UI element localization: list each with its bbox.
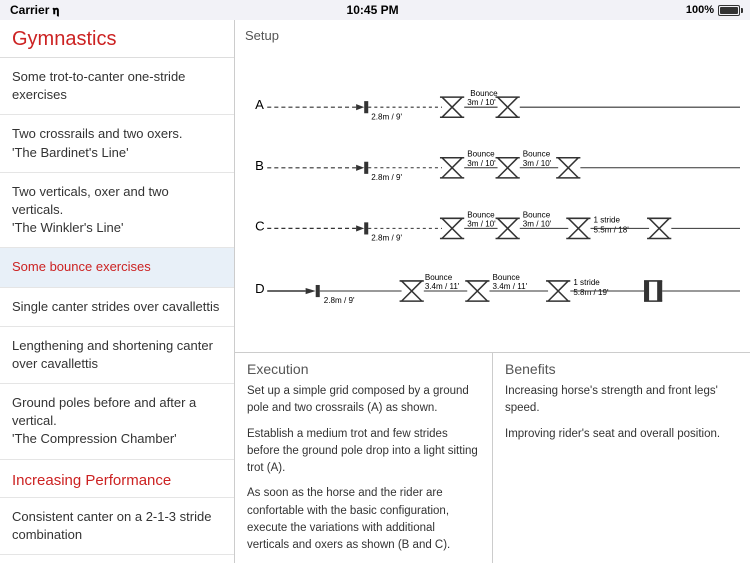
carrier-label: Carrier 𝛈 xyxy=(10,3,59,18)
svg-text:Bounce: Bounce xyxy=(467,150,495,159)
svg-text:3m / 10': 3m / 10' xyxy=(523,219,552,228)
svg-text:2.8m / 9': 2.8m / 9' xyxy=(371,173,402,182)
battery-percent: 100% xyxy=(686,4,714,16)
svg-text:2.8m / 9': 2.8m / 9' xyxy=(324,296,355,305)
svg-text:Bounce: Bounce xyxy=(470,89,498,98)
wifi-icon: 𝛈 xyxy=(53,5,60,17)
sidebar-items[interactable]: Some trot-to-canter one-stride exercises… xyxy=(0,58,234,563)
sidebar-item-6[interactable]: Lengthening and shortening canter over c… xyxy=(0,327,234,384)
svg-text:5.5m / 18': 5.5m / 18' xyxy=(594,225,630,234)
diagram-area: Setup A xyxy=(235,20,750,352)
sidebar-item-1[interactable]: Some trot-to-canter one-stride exercises xyxy=(0,58,234,115)
svg-text:1 stride: 1 stride xyxy=(594,215,621,224)
main-layout: Gymnastics Some trot-to-canter one-strid… xyxy=(0,20,750,563)
svg-text:1 stride: 1 stride xyxy=(573,278,600,287)
sidebar-item-2[interactable]: Two crossrails and two oxers.'The Bardin… xyxy=(0,115,234,172)
sidebar-item-bounce[interactable]: Some bounce exercises xyxy=(0,248,234,287)
battery-icon xyxy=(718,5,740,16)
time-label: 10:45 PM xyxy=(59,3,686,17)
svg-text:Bounce: Bounce xyxy=(523,150,551,159)
battery-area: 100% xyxy=(686,4,740,16)
sidebar-item-5[interactable]: Single canter strides over cavallettis xyxy=(0,288,234,327)
svg-text:Bounce: Bounce xyxy=(523,210,551,219)
svg-text:B: B xyxy=(255,158,264,173)
content-area: Setup A xyxy=(235,20,750,563)
diagram-svg: A Bounce 3m / 10' xyxy=(245,47,740,347)
execution-para-1: Set up a simple grid composed by a groun… xyxy=(247,383,480,418)
carrier-text: Carrier xyxy=(10,3,49,17)
svg-text:Bounce: Bounce xyxy=(493,273,521,282)
benefits-area: Benefits Increasing horse's strength and… xyxy=(493,353,750,563)
content-bottom: Execution Set up a simple grid composed … xyxy=(235,353,750,563)
svg-text:Bounce: Bounce xyxy=(425,273,453,282)
svg-text:3m / 10': 3m / 10' xyxy=(467,98,496,107)
svg-text:2.8m / 9': 2.8m / 9' xyxy=(371,234,402,243)
status-bar: Carrier 𝛈 10:45 PM 100% xyxy=(0,0,750,20)
svg-text:2.8m / 9': 2.8m / 9' xyxy=(371,112,402,121)
svg-text:5.8m / 19': 5.8m / 19' xyxy=(573,288,609,297)
svg-text:A: A xyxy=(255,97,264,112)
svg-text:3m / 10': 3m / 10' xyxy=(523,159,552,168)
svg-text:C: C xyxy=(255,218,264,233)
sidebar-title: Gymnastics xyxy=(0,20,234,57)
sidebar-section-performance: Increasing Performance xyxy=(0,460,234,498)
sidebar-item-8[interactable]: Consistent canter on a 2-1-3 stride comb… xyxy=(0,498,234,555)
svg-text:D: D xyxy=(255,281,264,296)
svg-text:3.4m / 11': 3.4m / 11' xyxy=(493,282,528,291)
execution-area: Execution Set up a simple grid composed … xyxy=(235,353,493,563)
content-top: Setup A xyxy=(235,20,750,353)
benefits-para-1: Increasing horse's strength and front le… xyxy=(505,383,738,418)
svg-text:3.4m / 11': 3.4m / 11' xyxy=(425,282,460,291)
sidebar-item-7[interactable]: Ground poles before and after a vertical… xyxy=(0,384,234,460)
execution-para-2: Establish a medium trot and few strides … xyxy=(247,426,480,478)
sidebar: Gymnastics Some trot-to-canter one-strid… xyxy=(0,20,235,563)
execution-title: Execution xyxy=(247,361,480,377)
sidebar-item-3[interactable]: Two verticals, oxer and two verticals.'T… xyxy=(0,173,234,249)
benefits-para-2: Improving rider's seat and overall posit… xyxy=(505,426,738,443)
benefits-title: Benefits xyxy=(505,361,738,377)
svg-text:3m / 10': 3m / 10' xyxy=(467,219,496,228)
setup-label: Setup xyxy=(245,28,740,43)
execution-para-3: As soon as the horse and the rider are c… xyxy=(247,485,480,554)
svg-text:3m / 10': 3m / 10' xyxy=(467,159,496,168)
svg-text:Bounce: Bounce xyxy=(467,210,495,219)
